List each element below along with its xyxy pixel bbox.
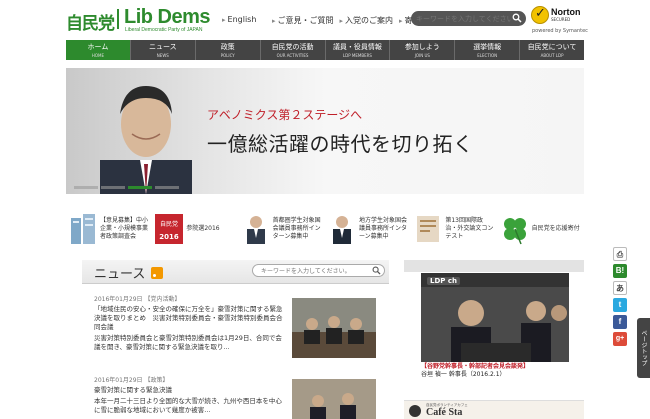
slider-dot[interactable] (101, 186, 125, 189)
norton-powered: powered by Symantec (532, 28, 588, 34)
news-section: ニュース 2016年01月29日 【党内活動】 「地域住民の安心・安全の確保に万… (82, 260, 389, 419)
logo-separator (117, 9, 119, 29)
news-title: ニュース (94, 267, 146, 282)
feature-banners: 【意見募集】中小企業・小規模事業者政策調査会 自民党 2016 参院選2016 首… (66, 207, 584, 251)
evernote-icon[interactable]: あ (613, 281, 627, 295)
nav-members[interactable]: 議員・役員情報 LDP MEMBERS (325, 40, 391, 60)
banner-donate[interactable]: 自民党を応援寄付 (498, 207, 584, 251)
norton-secured: SECURED (551, 17, 571, 22)
news-article[interactable]: 2016年01月29日 【党内活動】 「地域住民の安心・安全の確保に万全を」豪雪… (94, 294, 389, 358)
slider-dot[interactable] (155, 186, 179, 189)
contest-thumbnail (417, 216, 440, 242)
banner-opinion[interactable]: 【意見募集】中小企業・小規模事業者政策調査会 (66, 207, 152, 251)
norton-seal[interactable]: Norton SECURED powered by Symantec (531, 4, 588, 36)
norton-name: Norton (551, 7, 581, 17)
cafe-sta-banner[interactable]: 自民党ボランティアカフェ Café Sta (404, 400, 584, 419)
news-article[interactable]: 2016年01月29日 【政策】 豪雪対策に関する緊急決議 本年一月二十三日より… (94, 375, 389, 419)
news-search (252, 264, 385, 277)
rss-icon[interactable] (151, 267, 163, 279)
hero-portrait (100, 86, 192, 194)
google-plus-icon[interactable]: g+ (613, 332, 627, 346)
ldp-channel-video[interactable]: LDP ch (421, 273, 569, 362)
print-icon[interactable]: ⎙ (613, 247, 627, 261)
election-badge: 自民党 2016 (155, 214, 184, 244)
nav-about[interactable]: 自民党について ABOUT LDP (520, 40, 584, 60)
top-link-feedback[interactable]: ご意見・ご質問 (272, 15, 334, 26)
search-icon[interactable] (512, 13, 522, 23)
norton-check-icon (531, 6, 549, 24)
logo-en[interactable]: Lib Dems (124, 6, 211, 29)
hero-tagline: アベノミクス第２ステージへ (207, 108, 363, 122)
banner-essay-contest[interactable]: 第13回国際政治・外交論文コンテスト (411, 207, 497, 251)
logo-subtitle: Liberal Democratic Party of JAPAN (125, 27, 203, 33)
nav-election[interactable]: 選挙情報 ELECTION (455, 40, 521, 60)
share-buttons: ⎙ B! あ t f g+ (613, 247, 629, 346)
slider-dot[interactable] (74, 186, 98, 189)
article-title[interactable]: 豪雪対策に関する緊急決議 (94, 386, 284, 395)
banner-intern-capital[interactable]: 首都圏学生対象国会議員事務所インターン募集中 (239, 207, 325, 251)
page-top-button[interactable]: ページトップ (637, 318, 650, 378)
slider-dot-active[interactable] (128, 186, 152, 189)
article-summary: 災害対策特別委員会と豪雪対策特別委員会は1月29日、合同で会議を開き、豪雪対策に… (94, 334, 282, 351)
site-header: 自民党 Lib Dems Liberal Democratic Party of… (0, 0, 650, 40)
top-link-join[interactable]: 入党のご案内 (340, 15, 393, 26)
nav-activities[interactable]: 自民党の活動 OUR ACTIVITIES (260, 40, 326, 60)
side-header (404, 260, 584, 272)
header-search-input[interactable] (416, 13, 511, 24)
top-links: ご意見・ご質問 入党のご案内 寄付 (272, 15, 421, 26)
nav-news[interactable]: ニュース NEWS (130, 40, 196, 60)
hero-headline: 一億総活躍の時代を切り拓く (207, 132, 474, 156)
banner-election-2016[interactable]: 自民党 2016 参院選2016 (152, 207, 238, 251)
video-caption[interactable]: 【谷野党幹事長・幹部記者会見会談発】 谷垣 禎一 幹事長（2016.2.1） (421, 363, 569, 380)
clover-icon (503, 218, 526, 245)
nav-policy[interactable]: 政策 POLICY (195, 40, 261, 60)
cafe-name: Café Sta (426, 407, 463, 418)
article-title[interactable]: 「地域住民の安心・安全の確保に万全を」豪雪対策に関する緊急決議を取りまとめ 災害… (94, 305, 284, 332)
building-thumbnail (71, 214, 95, 244)
banner-intern-local[interactable]: 地方学生対象国会議員事務所インターン募集中 (325, 207, 411, 251)
article-summary: 本年一月二十三日より全国的な大雪が続き、九州や西日本を中心に雪に脆弱な地域におい… (94, 397, 282, 414)
student-thumbnail (332, 216, 351, 244)
search-icon[interactable] (372, 266, 381, 275)
logo-jp[interactable]: 自民党 (66, 9, 115, 34)
news-header: ニュース (82, 260, 389, 284)
main-nav: ホーム HOME ニュース NEWS 政策 POLICY 自民党の活動 OUR ACTI… (66, 40, 584, 60)
article-photo (292, 379, 376, 419)
nav-join[interactable]: 参加しよう JOIN US (390, 40, 456, 60)
english-link[interactable]: English (222, 15, 257, 24)
slider-dots (74, 186, 179, 189)
header-search (411, 11, 526, 26)
student-thumbnail (246, 216, 265, 244)
hatena-icon[interactable]: B! (613, 264, 627, 278)
facebook-icon[interactable]: f (613, 315, 627, 329)
cafe-icon (409, 405, 421, 417)
svg-text:2016: 2016 (160, 233, 180, 241)
news-search-input[interactable] (261, 266, 371, 276)
video-frame (421, 287, 569, 362)
nav-home[interactable]: ホーム HOME (66, 40, 131, 60)
twitter-icon[interactable]: t (613, 298, 627, 312)
svg-text:自民党: 自民党 (160, 220, 178, 228)
side-column: LDP ch 【谷野党幹事長・幹部記者会見会談発】 谷垣 禎一 幹事長（2016… (404, 260, 584, 419)
article-photo (292, 298, 376, 358)
hero-banner[interactable]: アベノミクス第２ステージへ 一億総活躍の時代を切り拓く (66, 68, 584, 194)
